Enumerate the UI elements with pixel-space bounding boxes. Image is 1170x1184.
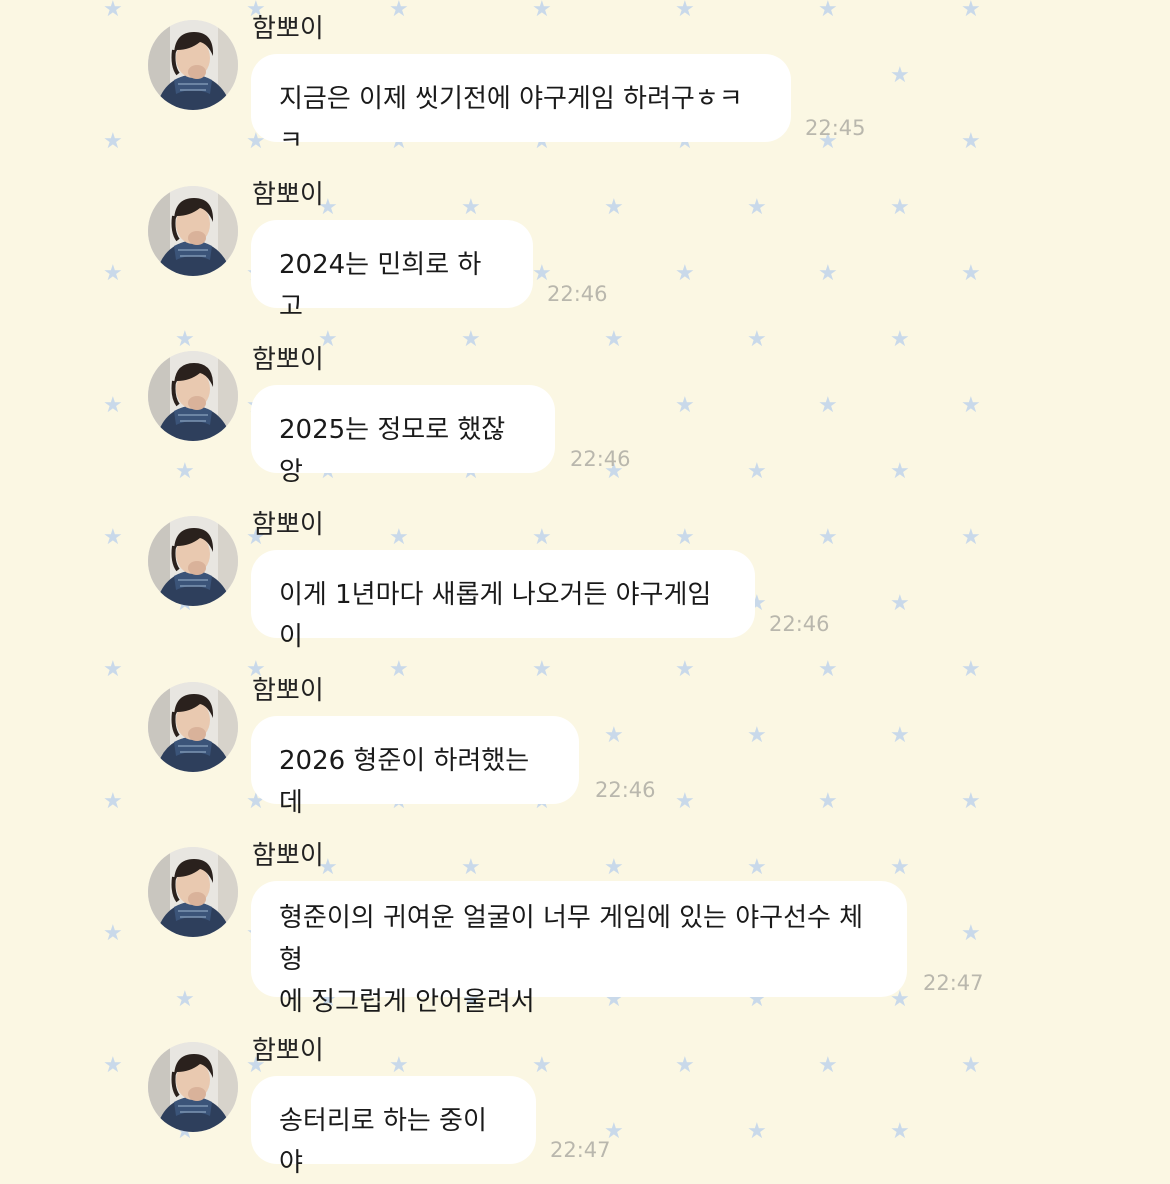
message-bubble[interactable]: 이게 1년마다 새롭게 나오거든 야구게임이 [251, 550, 755, 652]
message-bubble[interactable]: 2024는 민희로 하고 [251, 220, 533, 322]
avatar-photo-icon [148, 847, 238, 937]
sender-avatar[interactable] [148, 847, 238, 937]
avatar-photo-icon [148, 351, 238, 441]
sender-name: 함뽀이 [252, 510, 324, 540]
sender-avatar[interactable] [148, 1042, 238, 1132]
sender-name: 함뽀이 [252, 14, 324, 44]
message-timestamp: 22:46 [547, 282, 608, 306]
message-bubble[interactable]: 형준이의 귀여운 얼굴이 너무 게임에 있는 야구선수 체형 에 징그럽게 안어… [251, 881, 907, 1017]
sender-name: 함뽀이 [252, 180, 324, 210]
avatar-photo-icon [148, 682, 238, 772]
sender-name: 함뽀이 [252, 1036, 324, 1066]
message-timestamp: 22:46 [769, 612, 830, 636]
message-timestamp: 22:45 [805, 116, 866, 140]
sender-avatar[interactable] [148, 20, 238, 110]
avatar-photo-icon [148, 186, 238, 276]
chat-message-list: 함뽀이 지금은 이제 씻기전에 야구게임 하려구ㅎㅋㅋ 22:45 함뽀이 20… [0, 0, 1170, 1178]
message-timestamp: 22:47 [550, 1138, 611, 1162]
sender-avatar[interactable] [148, 516, 238, 606]
sender-name: 함뽀이 [252, 676, 324, 706]
avatar-photo-icon [148, 516, 238, 606]
message-bubble[interactable]: 2025는 정모로 했잖앙 [251, 385, 555, 487]
avatar-photo-icon [148, 20, 238, 110]
message-bubble[interactable]: 지금은 이제 씻기전에 야구게임 하려구ㅎㅋㅋ [251, 54, 791, 156]
sender-name: 함뽀이 [252, 345, 324, 375]
sender-avatar[interactable] [148, 186, 238, 276]
message-bubble[interactable]: 송터리로 하는 중이야 [251, 1076, 536, 1178]
avatar-photo-icon [148, 1042, 238, 1132]
message-timestamp: 22:46 [570, 447, 631, 471]
sender-name: 함뽀이 [252, 841, 324, 871]
message-timestamp: 22:46 [595, 778, 656, 802]
sender-avatar[interactable] [148, 682, 238, 772]
message-timestamp: 22:47 [923, 971, 984, 995]
message-bubble[interactable]: 2026 형준이 하려했는데 [251, 716, 579, 818]
sender-avatar[interactable] [148, 351, 238, 441]
